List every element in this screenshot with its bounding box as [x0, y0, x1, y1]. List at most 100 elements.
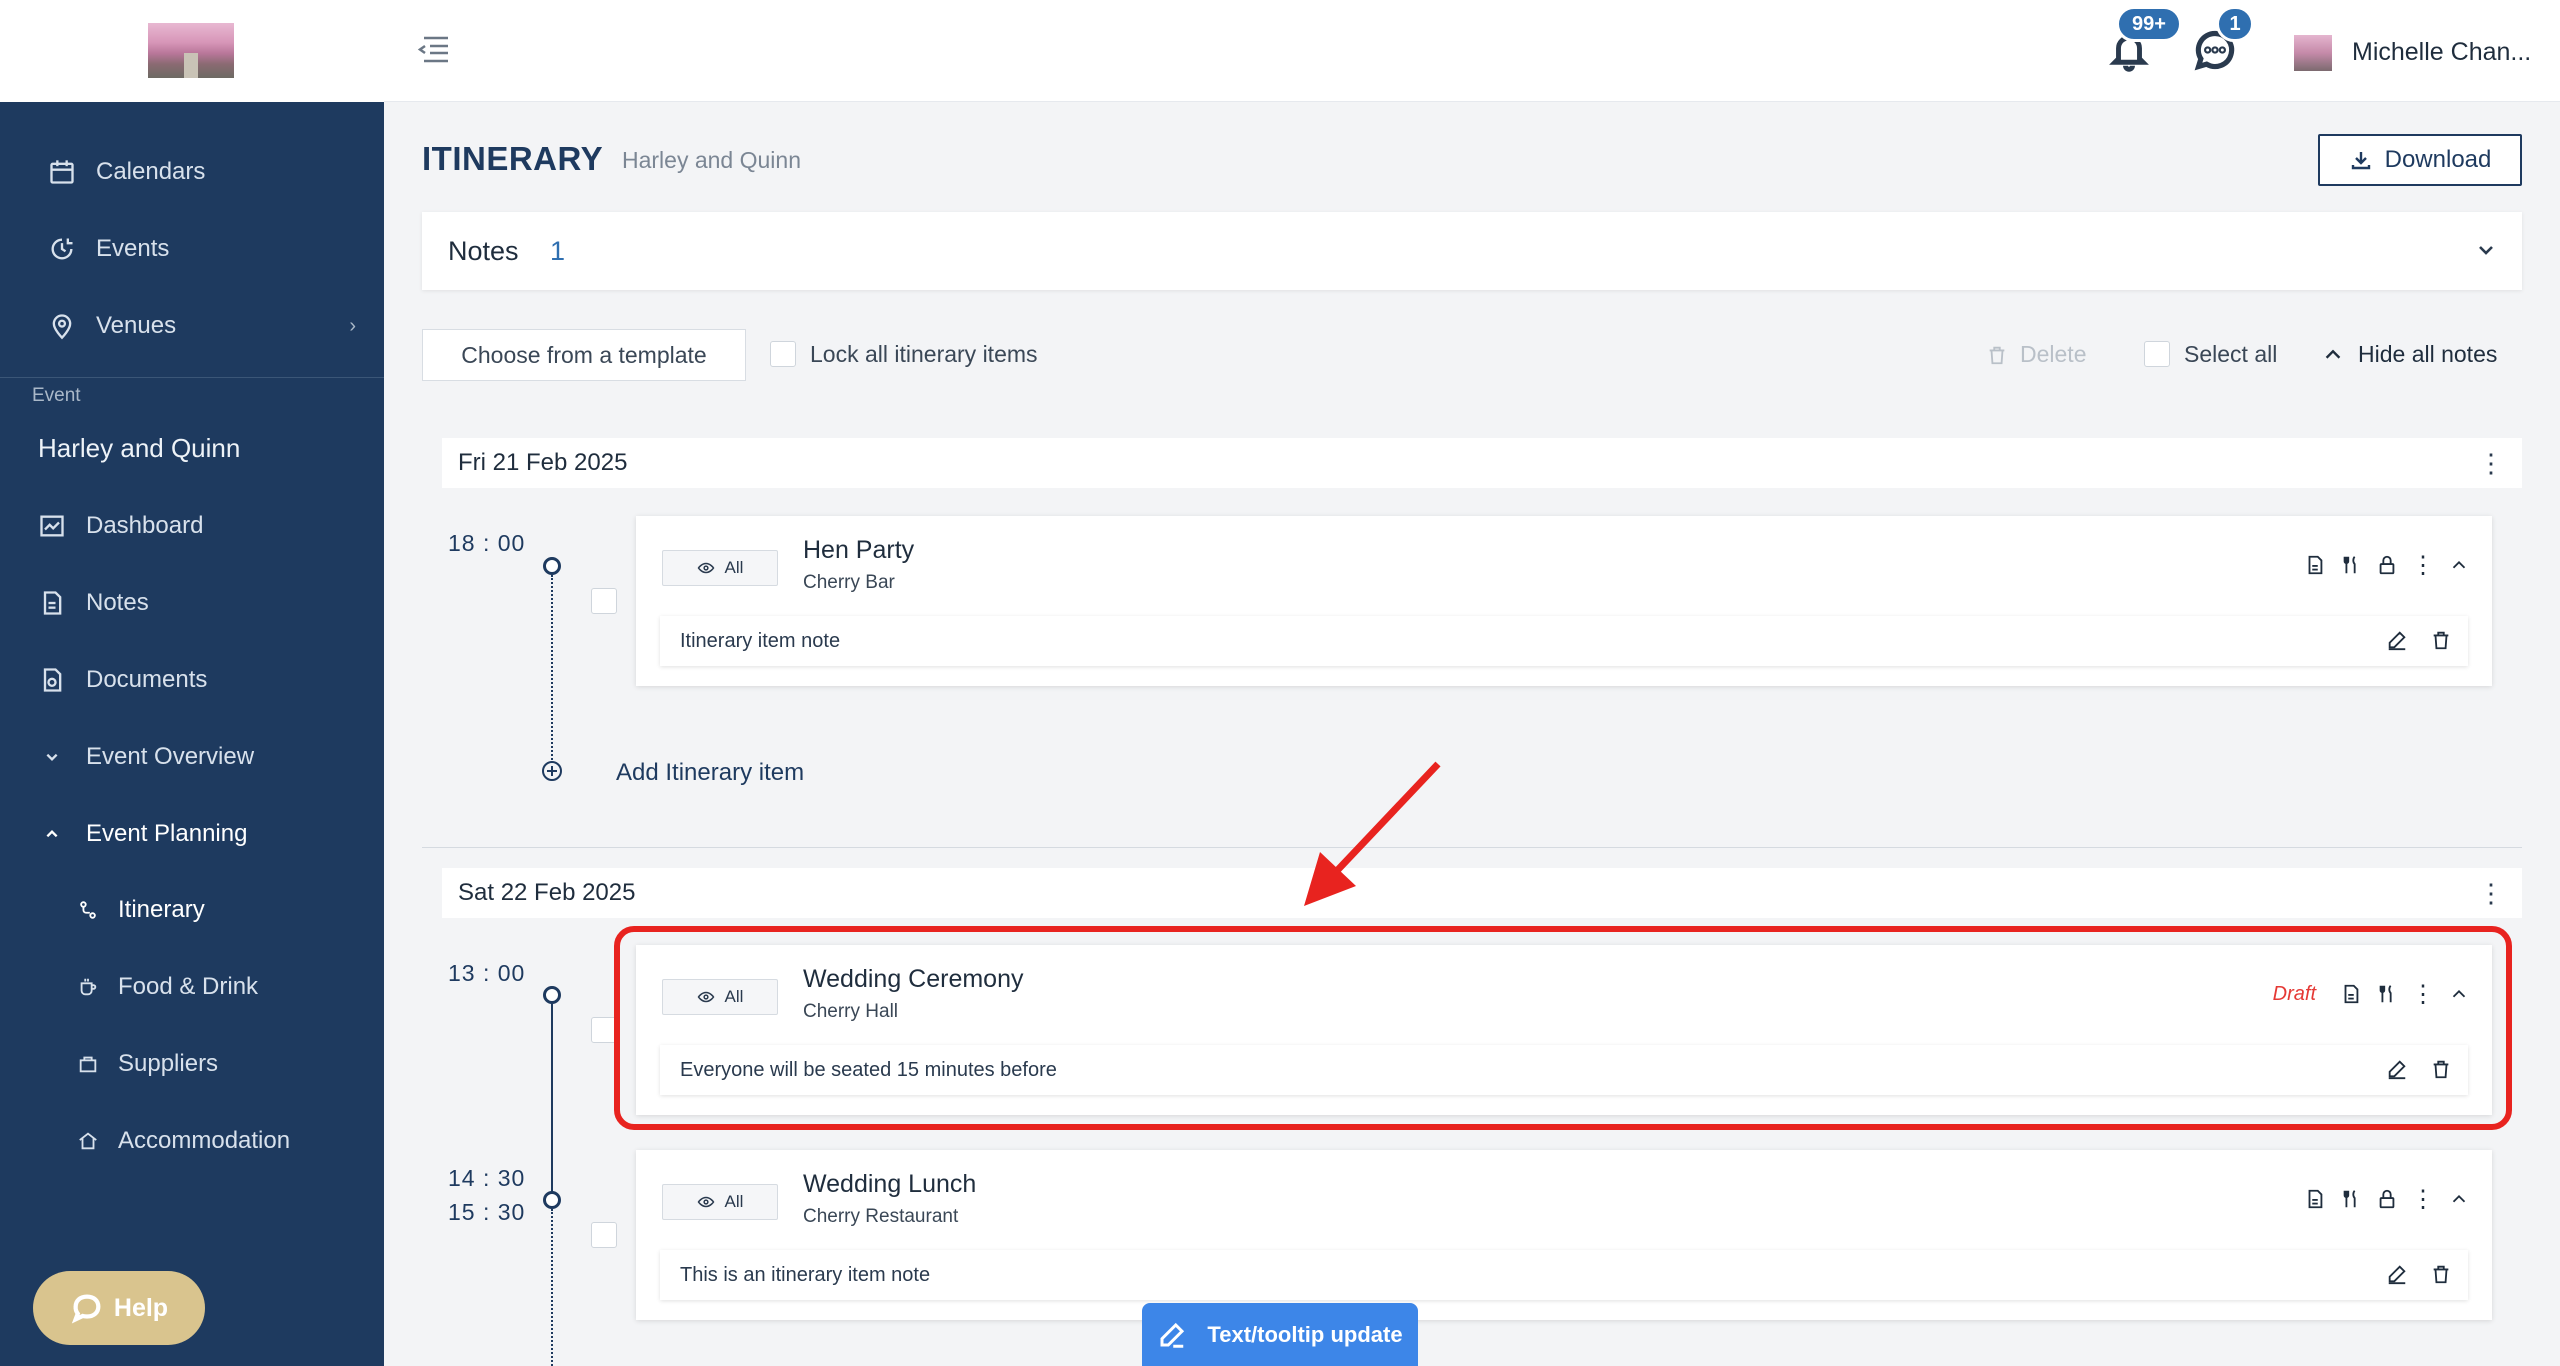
chat-bubble-icon [71, 1294, 101, 1324]
trash-icon[interactable] [2430, 1262, 2452, 1291]
eye-icon [697, 562, 714, 574]
sidebar-item-event-overview[interactable]: Event Overview [0, 729, 384, 785]
more-options-icon[interactable]: ⋮ [2478, 450, 2504, 476]
item-time-end: 15 : 30 [448, 1199, 526, 1225]
item-time: 13 : 00 [448, 960, 526, 986]
sidebar-item-accommodation[interactable]: Accommodation [0, 1113, 384, 1169]
select-all-checkbox[interactable] [2144, 341, 2170, 367]
chevron-up-icon[interactable] [2448, 552, 2470, 578]
page-subtitle: Harley and Quinn [622, 147, 801, 173]
delete-label: Delete [2020, 341, 2087, 367]
text-tooltip-update-button[interactable]: Text/tooltip update [1142, 1303, 1418, 1366]
sidebar-item-label: Event Overview [86, 743, 255, 770]
sidebar-item-calendars[interactable]: Calendars [0, 144, 384, 200]
home-icon [72, 1125, 104, 1157]
itinerary-card[interactable]: All Hen Party Cherry Bar ⋮ Itinerary ite… [636, 516, 2492, 686]
annotation-arrow [1304, 761, 1441, 906]
more-options-icon[interactable]: ⋮ [2478, 880, 2504, 906]
sidebar-item-suppliers[interactable]: Suppliers [0, 1036, 384, 1092]
utensils-icon[interactable] [2340, 552, 2362, 578]
events-icon [46, 233, 78, 265]
sidebar-item-label: Documents [86, 666, 208, 693]
page-title: ITINERARY [422, 140, 604, 177]
chevron-down-icon[interactable] [2474, 238, 2498, 262]
download-icon [2351, 152, 2370, 170]
timeline-node [543, 557, 561, 575]
item-time: 14 : 30 [448, 1165, 526, 1191]
messages-badge: 1 [2216, 6, 2254, 42]
edit-icon[interactable] [2386, 1262, 2408, 1291]
sidebar-item-label: Dashboard [86, 512, 204, 539]
chevron-up-icon[interactable] [2448, 1186, 2470, 1212]
sidebar-item-label: Event Planning [86, 820, 248, 847]
item-actions: ⋮ [2304, 552, 2470, 579]
hide-all-notes-button[interactable]: Hide all notes [2322, 341, 2497, 368]
sidebar-item-notes[interactable]: Notes [0, 575, 384, 631]
delete-button[interactable]: Delete [1986, 341, 2086, 368]
timeline-node [543, 986, 561, 1004]
item-time: 18 : 00 [448, 530, 526, 556]
day-date: Fri 21 Feb 2025 [458, 449, 628, 476]
sidebar-item-event-planning[interactable]: Event Planning [0, 806, 384, 862]
edit-icon[interactable] [2386, 628, 2408, 657]
item-note-text: This is an itinerary item note [680, 1264, 931, 1286]
visibility-label: All [724, 1192, 744, 1211]
visibility-pill[interactable]: All [662, 550, 778, 586]
download-label: Download [2384, 146, 2492, 173]
sidebar-item-food-drink[interactable]: Food & Drink [0, 959, 384, 1015]
cup-icon [72, 971, 104, 1003]
chevron-right-icon: › [349, 314, 356, 337]
download-button[interactable]: Download [2318, 134, 2522, 186]
item-title: Hen Party [803, 536, 915, 564]
sidebar-item-dashboard[interactable]: Dashboard [0, 498, 384, 554]
documents-icon [36, 664, 68, 696]
notes-panel-title: Notes [448, 236, 519, 266]
sidebar-item-itinerary[interactable]: Itinerary [0, 882, 384, 938]
trash-icon[interactable] [2430, 628, 2452, 657]
lock-icon[interactable] [2376, 1186, 2398, 1212]
utensils-icon[interactable] [2340, 1186, 2362, 1212]
notes-panel[interactable]: Notes 1 [422, 212, 2522, 290]
sidebar-divider [0, 377, 384, 378]
avatar[interactable] [2294, 35, 2332, 71]
event-name: Harley and Quinn [38, 433, 241, 463]
notifications-badge: 99+ [2116, 6, 2182, 42]
item-note: This is an itinerary item note [660, 1250, 2468, 1300]
sidebar-item-documents[interactable]: Documents [0, 652, 384, 708]
dashboard-icon [36, 510, 68, 542]
lock-icon[interactable] [2376, 552, 2398, 578]
timeline-line [551, 575, 553, 760]
user-name[interactable]: Michelle Chan... [2352, 38, 2531, 67]
more-options-icon[interactable]: ⋮ [2411, 1186, 2435, 1213]
collapse-menu-icon[interactable] [416, 34, 450, 64]
logo-image[interactable] [148, 23, 234, 78]
item-select-checkbox[interactable] [591, 588, 617, 614]
document-icon[interactable] [2304, 1186, 2326, 1212]
document-icon[interactable] [2304, 552, 2326, 578]
item-select-checkbox[interactable] [591, 1222, 617, 1248]
help-label: Help [113, 1293, 169, 1322]
choose-template-button[interactable]: Choose from a template [422, 329, 746, 381]
pencil-icon [1160, 1322, 1185, 1348]
logo-area [0, 0, 384, 102]
sidebar-item-label: Suppliers [118, 1050, 219, 1077]
add-circle-icon[interactable] [541, 760, 563, 782]
visibility-pill[interactable]: All [662, 1184, 778, 1220]
lock-all-checkbox[interactable] [770, 341, 796, 367]
day-header: Sat 22 Feb 2025 ⋮ [442, 868, 2522, 918]
chevron-up-icon [36, 818, 68, 850]
item-venue: Cherry Bar [803, 572, 895, 593]
sidebar-item-events[interactable]: Events [0, 221, 384, 277]
itinerary-card[interactable]: All Wedding Lunch Cherry Restaurant ⋮ Th… [636, 1150, 2492, 1320]
day-date: Sat 22 Feb 2025 [458, 879, 636, 906]
visibility-label: All [724, 558, 744, 577]
more-options-icon[interactable]: ⋮ [2411, 552, 2435, 579]
item-title: Wedding Lunch [803, 1170, 977, 1198]
help-button[interactable]: Help [33, 1271, 205, 1345]
sidebar-item-label: Venues [96, 312, 177, 339]
sidebar-item-label: Events [96, 235, 170, 262]
item-note: Itinerary item note [660, 616, 2468, 666]
add-itinerary-item-button[interactable]: Add Itinerary item [616, 759, 804, 787]
location-pin-icon [46, 310, 78, 342]
sidebar-item-venues[interactable]: Venues › [0, 298, 384, 354]
